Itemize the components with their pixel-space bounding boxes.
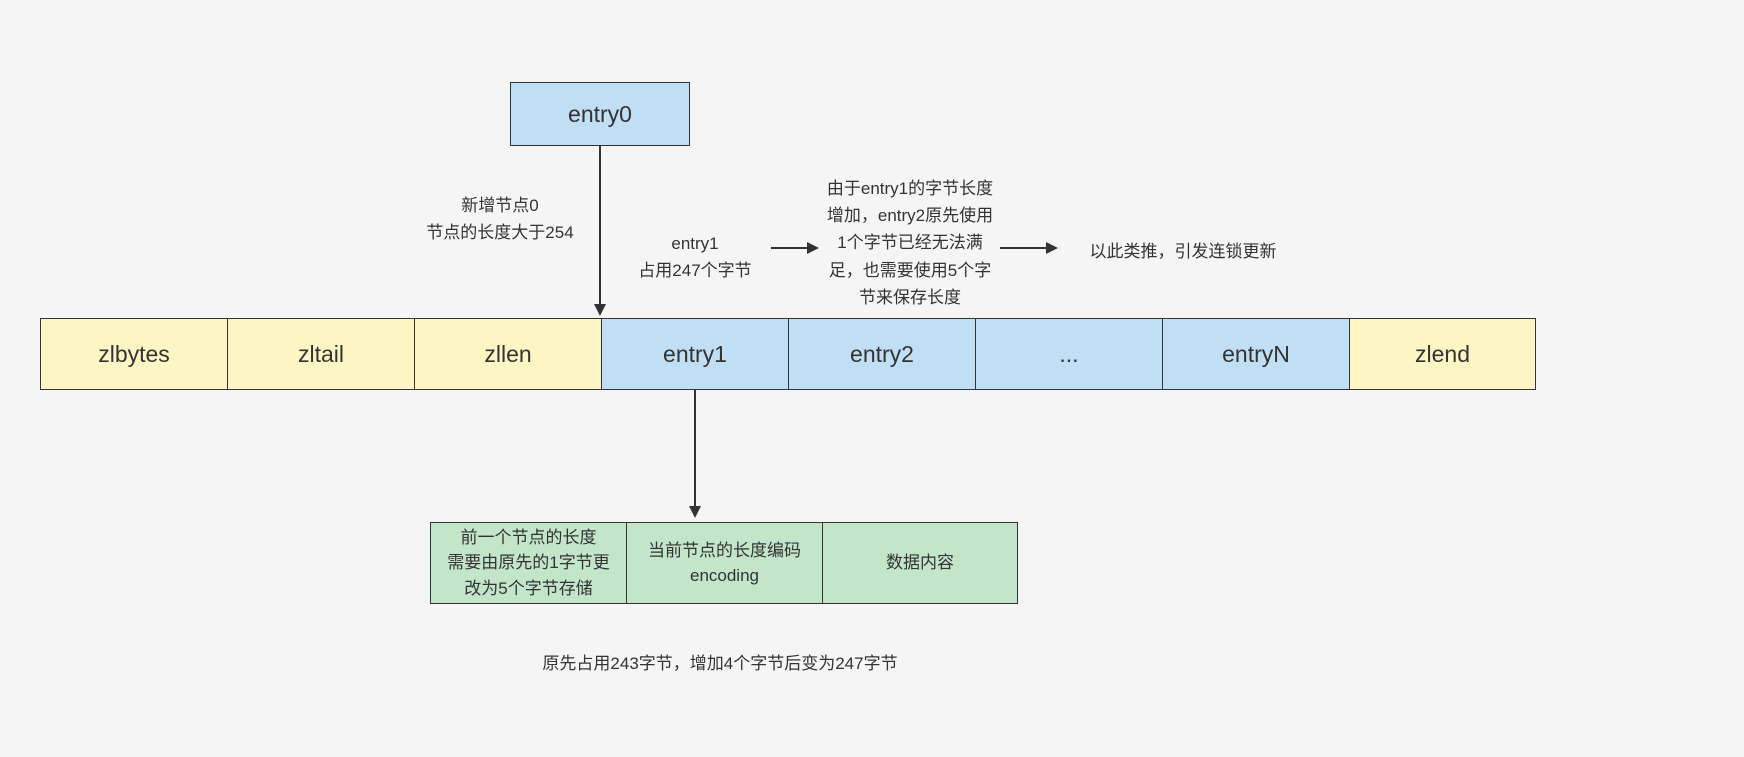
zlbytes-cell: zlbytes [40, 318, 227, 390]
arrow-entry0-down [599, 146, 601, 306]
entry2-cell: entry2 [788, 318, 975, 390]
arrow-right-2 [1000, 247, 1048, 249]
entry1-cell: entry1 [601, 318, 788, 390]
arrow-right-2-head [1046, 242, 1058, 254]
zlend-cell: zlend [1349, 318, 1536, 390]
entry0-label: entry0 [568, 101, 632, 128]
entryN-cell: entryN [1162, 318, 1349, 390]
arrow-entry1-head [689, 506, 701, 518]
arrow-right-1-head [807, 242, 819, 254]
data-cell: 数据内容 [822, 522, 1018, 604]
bottom-note: 原先占用243字节，增加4个字节后变为247字节 [510, 650, 930, 677]
arrow-entry1-down [694, 390, 696, 508]
prev-len-cell: 前一个节点的长度 需要由原先的1字节更 改为5个字节存储 [430, 522, 626, 604]
entry0-node: entry0 [510, 82, 690, 146]
chain-update-annotation: 以此类推，引发连锁更新 [1073, 238, 1293, 265]
entry2-reason-annotation: 由于entry1的字节长度 增加，entry2原先使用 1个字节已经无法满 足，… [820, 175, 1000, 311]
zltail-cell: zltail [227, 318, 414, 390]
entry1-bytes-annotation: entry1 占用247个字节 [625, 230, 765, 284]
arrow-right-1 [771, 247, 809, 249]
entry-detail-row: 前一个节点的长度 需要由原先的1字节更 改为5个字节存储 当前节点的长度编码 e… [430, 522, 1018, 604]
encoding-cell: 当前节点的长度编码 encoding [626, 522, 822, 604]
ziplist-main-row: zlbytes zltail zllen entry1 entry2 ... e… [40, 318, 1536, 390]
zllen-cell: zllen [414, 318, 601, 390]
arrow-entry0-head [594, 304, 606, 316]
ellipsis-cell: ... [975, 318, 1162, 390]
new-node-annotation: 新增节点0 节点的长度大于254 [410, 192, 590, 246]
